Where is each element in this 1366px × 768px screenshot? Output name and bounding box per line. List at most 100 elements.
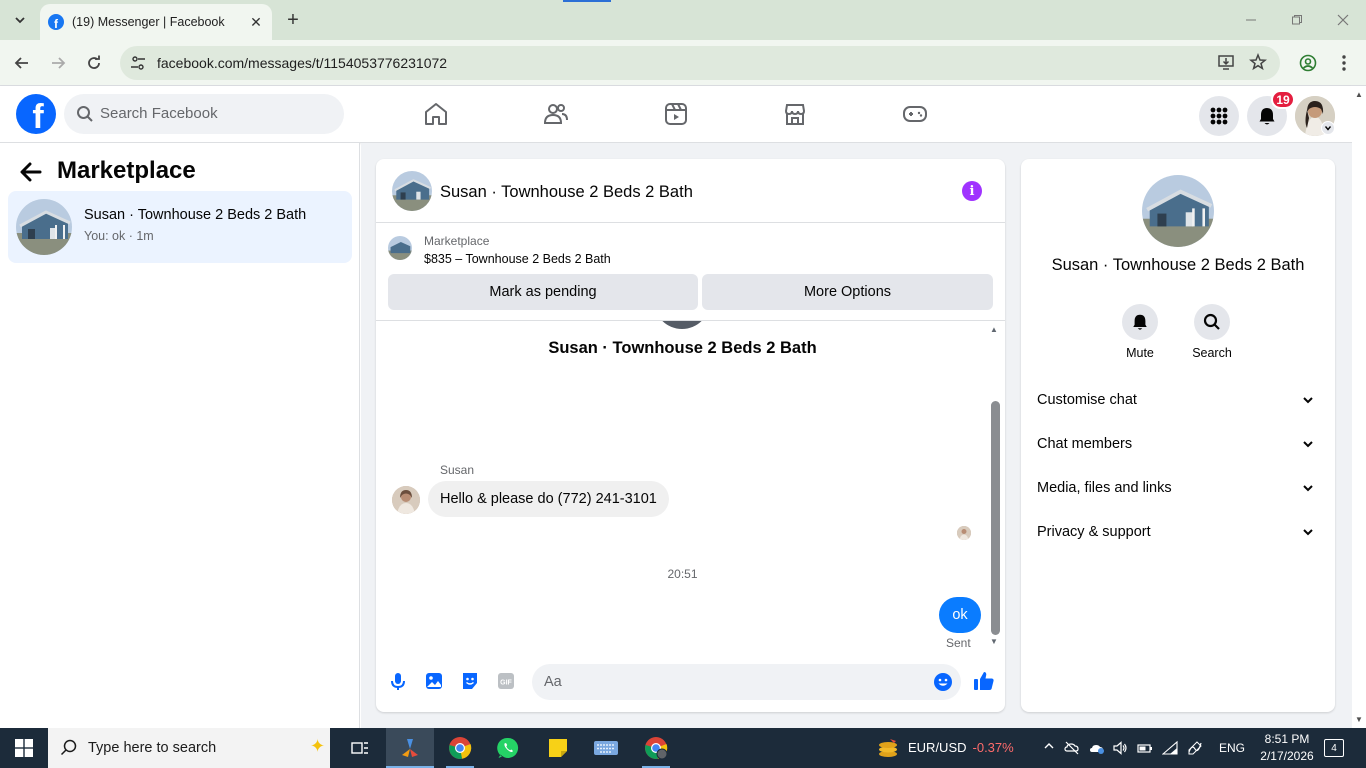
battery-icon[interactable] xyxy=(1137,740,1153,756)
loading-indicator xyxy=(563,0,611,2)
app-launcher-icon[interactable] xyxy=(396,734,424,762)
tab-search-button[interactable] xyxy=(8,8,32,32)
chevron-down-icon xyxy=(1303,529,1313,536)
restore-icon[interactable] xyxy=(1274,0,1320,40)
outgoing-message-bubble[interactable]: ok xyxy=(939,597,981,633)
video-icon[interactable] xyxy=(662,100,690,128)
gif-icon[interactable]: GIF xyxy=(496,671,516,691)
taskbar-search-input[interactable]: Type here to search ✦ xyxy=(48,728,330,768)
home-icon[interactable] xyxy=(422,100,450,128)
windows-start-icon[interactable] xyxy=(0,728,48,768)
sticky-notes-icon[interactable] xyxy=(544,734,572,762)
install-app-icon[interactable] xyxy=(1216,53,1236,73)
customise-chat-section[interactable]: Customise chat xyxy=(1029,378,1327,422)
listing-title[interactable]: $835 – Townhouse 2 Beds 2 Bath xyxy=(424,252,611,266)
show-hidden-icons-chevron-up-icon[interactable] xyxy=(1041,740,1057,756)
volume-icon[interactable] xyxy=(1112,740,1128,756)
search-in-conversation-button[interactable]: Search xyxy=(1182,304,1242,360)
ticker-label: EUR/USD xyxy=(908,740,967,755)
back-arrow-icon[interactable] xyxy=(20,161,42,189)
stock-ticker[interactable]: EUR/USD -0.37% xyxy=(908,740,1014,755)
chat-header-name[interactable]: Susan · Townhouse 2 Beds 2 Bath xyxy=(440,183,693,202)
gaming-icon[interactable] xyxy=(901,100,929,128)
image-icon[interactable] xyxy=(424,671,444,691)
message-input[interactable]: Aa xyxy=(532,664,961,700)
language-indicator[interactable]: ENG xyxy=(1219,741,1245,755)
message-composer: GIF Aa xyxy=(376,659,1005,712)
marketplace-icon[interactable] xyxy=(781,100,809,128)
chat-panel: Susan · Townhouse 2 Beds 2 Bath i Market… xyxy=(376,159,1005,712)
media-files-links-section[interactable]: Media, files and links xyxy=(1029,466,1327,510)
taskbar-clock[interactable]: 8:51 PM 2/17/2026 xyxy=(1254,731,1320,765)
account-chevron-down-icon[interactable] xyxy=(1321,121,1335,135)
ticker-change: -0.37% xyxy=(972,740,1014,755)
mute-label: Mute xyxy=(1126,346,1154,360)
url-text[interactable]: facebook.com/messages/t/1154053776231072 xyxy=(157,55,447,71)
tab-close-icon[interactable]: ✕ xyxy=(246,12,266,32)
info-icon[interactable]: i xyxy=(962,181,982,201)
chevron-down-icon xyxy=(1303,485,1313,492)
site-settings-icon[interactable] xyxy=(130,55,146,71)
intro-name: Susan · Townhouse 2 Beds 2 Bath xyxy=(548,339,817,357)
address-toolbar: facebook.com/messages/t/1154053776231072 xyxy=(0,40,1366,86)
clock-date: 2/17/2026 xyxy=(1260,749,1314,763)
forward-icon[interactable] xyxy=(46,51,70,75)
page-scroll-up-icon[interactable]: ▲ xyxy=(1355,90,1363,99)
incoming-message-bubble[interactable]: Hello & please do (772) 241-3101 xyxy=(428,481,669,517)
onedrive-icon[interactable] xyxy=(1089,740,1105,756)
bookmark-star-icon[interactable] xyxy=(1248,52,1268,73)
sync-off-icon[interactable] xyxy=(1064,740,1080,756)
message-input-placeholder: Aa xyxy=(544,674,562,690)
browser-tab[interactable]: f (19) Messenger | Facebook ✕ xyxy=(40,4,272,40)
close-window-icon[interactable] xyxy=(1320,0,1366,40)
stock-widget-icon[interactable] xyxy=(874,734,902,762)
search-icon xyxy=(1203,313,1220,330)
mute-button[interactable]: Mute xyxy=(1110,304,1170,360)
tab-title: (19) Messenger | Facebook xyxy=(72,15,225,29)
task-view-icon[interactable] xyxy=(346,734,374,762)
timestamp-separator: 20:51 xyxy=(667,567,698,581)
window-controls xyxy=(1228,0,1366,40)
emoji-icon[interactable] xyxy=(933,672,953,692)
privacy-support-section[interactable]: Privacy & support xyxy=(1029,510,1327,554)
browser-menu-icon[interactable] xyxy=(1332,51,1356,75)
sticker-icon[interactable] xyxy=(460,671,480,691)
conversation-list-item[interactable]: Susan · Townhouse 2 Beds 2 Bath You: ok … xyxy=(8,191,352,263)
new-tab-button[interactable]: + xyxy=(282,8,304,32)
message-status: Sent xyxy=(946,636,971,650)
mark-as-pending-button[interactable]: Mark as pending xyxy=(388,274,698,310)
scroll-down-arrow-icon[interactable]: ▼ xyxy=(990,637,998,646)
scroll-up-arrow-icon[interactable]: ▲ xyxy=(990,325,998,334)
more-options-button[interactable]: More Options xyxy=(702,274,993,310)
action-center-icon[interactable]: 4 xyxy=(1324,739,1344,757)
copilot-sparkle-icon[interactable]: ✦ xyxy=(310,736,325,757)
microphone-icon[interactable] xyxy=(388,671,408,691)
chat-members-section[interactable]: Chat members xyxy=(1029,422,1327,466)
info-name: Susan · Townhouse 2 Beds 2 Bath xyxy=(1051,256,1305,274)
facebook-logo-icon[interactable]: f xyxy=(16,94,56,134)
clock-time: 8:51 PM xyxy=(1264,732,1310,746)
reload-icon[interactable] xyxy=(82,51,106,75)
chat-scrollbar-thumb[interactable] xyxy=(991,401,1000,635)
address-bar[interactable]: facebook.com/messages/t/1154053776231072 xyxy=(120,46,1280,80)
chevron-down-icon xyxy=(1303,397,1313,404)
facebook-search-input[interactable]: Search Facebook xyxy=(64,94,344,134)
sender-avatar[interactable] xyxy=(392,486,420,514)
chrome-icon[interactable] xyxy=(446,734,474,762)
page-scrollbar[interactable]: ▲ ▼ xyxy=(1352,86,1366,728)
page-scroll-down-icon[interactable]: ▼ xyxy=(1355,715,1363,724)
wifi-icon[interactable] xyxy=(1161,740,1178,756)
section-label: Customise chat xyxy=(1037,392,1137,408)
touch-keyboard-icon[interactable] xyxy=(592,734,620,762)
chrome-profile-icon[interactable] xyxy=(642,734,670,762)
back-icon[interactable] xyxy=(10,51,34,75)
menu-grid-button[interactable] xyxy=(1199,96,1239,136)
chat-header-avatar[interactable] xyxy=(392,171,432,211)
listing-thumbnail xyxy=(388,236,412,260)
minimize-icon[interactable] xyxy=(1228,0,1274,40)
friends-icon[interactable] xyxy=(542,100,570,128)
whatsapp-icon[interactable] xyxy=(494,734,522,762)
profile-icon[interactable] xyxy=(1296,51,1320,75)
thumbs-up-icon[interactable] xyxy=(973,670,995,692)
pen-input-icon[interactable] xyxy=(1187,740,1203,756)
